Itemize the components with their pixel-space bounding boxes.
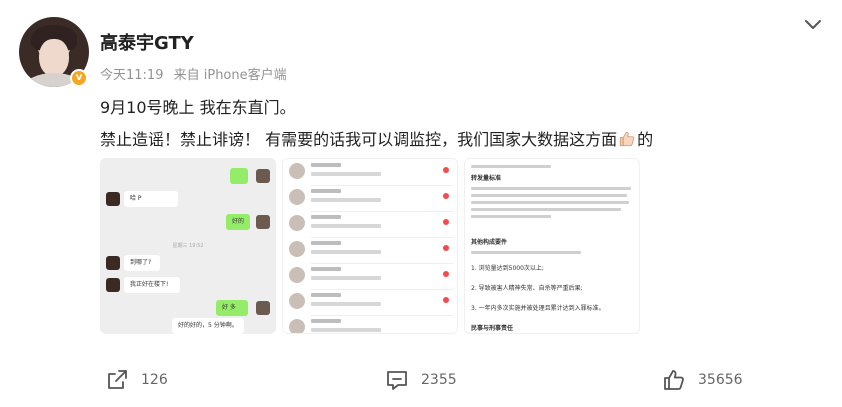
doc-item: 3. 一年内多次实施并被处理且累计达到入罪标准。 [471,305,605,312]
chat-avatar-other [106,192,120,206]
doc-line [471,201,629,204]
share-count: 126 [141,372,168,388]
post-text-line-2: 禁止造谣！禁止诽谤！ 有需要的话我可以调监控，我们国家大数据这方面的 [100,126,653,150]
list-item [289,187,453,209]
list-item [289,213,453,235]
chat-bubble-sent [230,168,248,184]
chat-bubble-sent: 好的 [226,214,250,230]
list-avatar [289,241,305,257]
comment-icon [387,371,407,390]
list-item [289,291,453,313]
unread-dot [443,297,449,303]
list-title [311,293,341,297]
divider [311,237,453,238]
chat-bubble-received: 到哪了? [124,255,160,271]
doc-heading: 民事与刑事责任 [471,325,514,332]
chat-timestamp: 星期三 19:52 [172,243,204,249]
list-avatar [289,189,305,205]
chat-bubble-sent: 好 多 [216,300,248,316]
legal-document-screenshot[interactable]: 转发量标准 其他构成要件 1. 浏览量达到5000次以上; 2. 导致被害人精神… [464,158,640,334]
post-text-line-1: 9月10号晚上 我在东直门。 [100,98,296,117]
share-icon [108,370,127,389]
list-preview [311,224,381,228]
chat-bubble-received: 哈 P [124,191,178,207]
chat-avatar-self [256,215,270,229]
divider [311,211,453,212]
chat-bubble-received: 我正好在楼下! [124,277,180,293]
list-item [289,317,453,333]
doc-heading: 转发量标准 [471,175,502,182]
list-avatar [289,293,305,309]
thumbs-up-icon [664,370,684,390]
post-meta: 今天11:19 来自 iPhone客户端 [100,64,287,83]
like-button[interactable]: 35656 [662,365,743,395]
username[interactable]: 高泰宇GTY [100,29,194,55]
thumbs-up-emoji-icon [618,130,636,148]
doc-line [471,165,551,168]
chevron-down-icon[interactable] [801,12,825,36]
chat-avatar-other [106,278,120,292]
chat-bubble-received: 好的好的，5 分钟啊。 [172,318,244,334]
doc-line [471,208,621,211]
post-text-part-a: 禁止造谣！禁止诽谤！ 有需要的话我可以调监控，我们国家大数据这方面 [100,130,618,149]
divider [311,315,453,316]
list-title [311,189,341,193]
divider [311,263,453,264]
list-avatar [289,319,305,333]
doc-line [471,215,551,218]
message-list-screenshot[interactable] [282,158,458,334]
unread-dot [443,193,449,199]
list-avatar [289,163,305,179]
list-title [311,241,341,245]
doc-line [471,194,627,197]
list-avatar [289,267,305,283]
list-preview [311,198,381,202]
unread-dot [443,245,449,251]
unread-dot [443,167,449,173]
list-title [311,319,341,323]
post-source: 来自 iPhone客户端 [173,68,287,83]
list-title [311,163,341,167]
doc-item: 1. 浏览量达到5000次以上; [471,265,544,272]
doc-line [471,187,631,190]
chat-avatar-other [106,256,120,270]
list-preview [311,276,381,280]
post-text-part-b: 的 [637,130,654,149]
list-preview [311,302,381,306]
list-title [311,215,341,219]
list-item [289,161,453,183]
avatar-face [39,39,69,77]
share-button[interactable]: 126 [105,365,168,395]
list-preview [311,172,381,176]
doc-line [471,251,581,254]
chat-avatar-self [256,169,270,183]
unread-dot [443,271,449,277]
list-preview [311,328,381,332]
verified-badge-icon: v [70,69,88,87]
list-avatar [289,215,305,231]
action-bar: 126 2355 35656 [0,365,842,395]
comment-button[interactable]: 2355 [385,365,457,395]
comment-count: 2355 [421,372,457,388]
divider [311,185,453,186]
chat-avatar-self [256,301,270,315]
list-item [289,265,453,287]
like-count: 35656 [698,372,743,388]
doc-item: 2. 导致被害人精神失常、自杀等严重后果; [471,285,583,292]
post-time[interactable]: 今天11:19 [100,68,163,83]
chat-screenshot[interactable]: 哈 P 好的 星期三 19:52 到哪了? 我正好在楼下! 好 多 好的好的，5… [100,158,276,334]
doc-heading: 其他构成要件 [471,239,508,246]
weibo-post: v 高泰宇GTY 今天11:19 来自 iPhone客户端 9月10号晚上 我在… [0,0,842,407]
unread-dot [443,219,449,225]
list-title [311,267,341,271]
list-preview [311,250,381,254]
list-item [289,239,453,261]
divider [311,289,453,290]
